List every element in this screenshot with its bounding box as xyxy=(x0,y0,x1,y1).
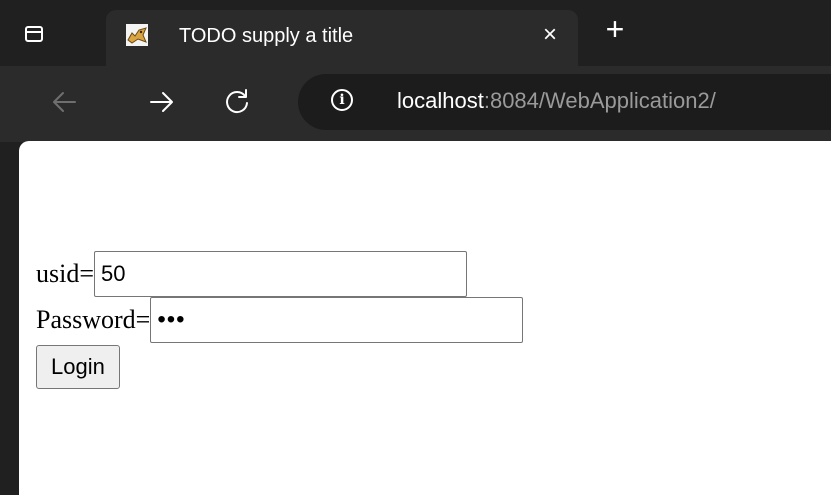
forward-button[interactable] xyxy=(142,82,182,122)
address-bar[interactable]: i localhost:8084/WebApplication2/ xyxy=(298,74,831,130)
usid-label: usid= xyxy=(36,259,95,288)
url-path: :8084/WebApplication2/ xyxy=(483,88,716,113)
password-row: Password= ••• xyxy=(36,297,524,343)
usid-row: usid= 50 xyxy=(36,251,523,297)
tomcat-icon xyxy=(126,24,148,46)
info-icon[interactable]: i xyxy=(331,89,353,111)
browser-toolbar: i localhost:8084/WebApplication2/ xyxy=(0,66,831,142)
url-text: localhost:8084/WebApplication2/ xyxy=(397,88,716,114)
page-viewport: usid= 50 Password= ••• Login xyxy=(19,141,831,495)
reload-icon xyxy=(226,89,248,114)
password-label: Password= xyxy=(36,305,151,334)
password-input[interactable]: ••• xyxy=(150,297,524,343)
usid-input[interactable]: 50 xyxy=(94,251,468,297)
tab-close-button[interactable]: × xyxy=(536,21,564,49)
reload-button[interactable] xyxy=(217,82,257,122)
arrow-left-icon xyxy=(53,92,76,112)
tab-strip: TODO supply a title × + xyxy=(0,0,831,66)
login-button[interactable]: Login xyxy=(36,345,120,389)
login-form: usid= 50 Password= ••• Login xyxy=(36,251,524,389)
active-tab[interactable]: TODO supply a title × xyxy=(106,10,578,66)
new-tab-button[interactable]: + xyxy=(598,13,632,48)
sidebar-toggle-icon xyxy=(25,26,43,42)
login-row: Login xyxy=(36,343,523,389)
sidebar-toggle-button[interactable] xyxy=(12,12,56,56)
tab-title: TODO supply a title xyxy=(179,25,354,47)
back-button[interactable] xyxy=(44,82,84,122)
url-host: localhost xyxy=(397,88,484,113)
arrow-right-icon xyxy=(150,92,173,112)
